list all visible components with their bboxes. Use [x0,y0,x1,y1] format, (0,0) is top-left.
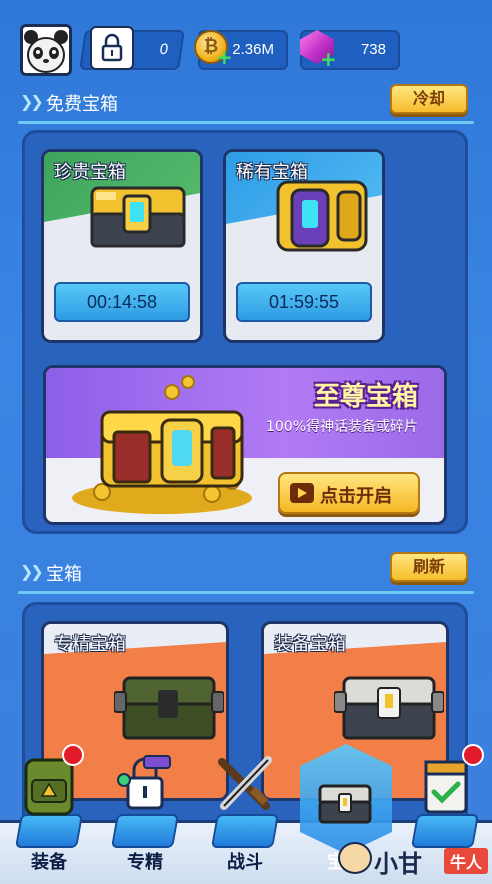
lock-icon [90,26,134,70]
header-divider [18,591,474,594]
nav-label: 专精 [127,852,163,873]
supreme-chest-title: 至尊宝箱 [313,382,418,412]
video-camera-icon [290,483,314,503]
watermark-logo-icon [338,842,372,874]
player-avatar[interactable] [20,24,72,76]
precious-chest-name: 珍贵宝箱 [54,162,126,183]
open-button-label: 点击开启 [320,486,392,507]
chest-title: 宝箱 [46,564,82,585]
nav-label: 装备 [31,852,67,873]
cooldown-button[interactable]: 冷却 [390,84,468,114]
double-chevron-icon: ❯❯ [20,92,44,111]
rare-chest-timer[interactable]: 01:59:55 [236,282,372,322]
equipment-chest-name: 装备宝箱 [274,634,346,655]
header-divider [18,121,474,124]
double-chevron-icon: ❯❯ [20,562,44,581]
refresh-button[interactable]: 刷新 [390,552,468,582]
rare-chest-name: 稀有宝箱 [236,162,308,183]
mastery-lock-icon [117,755,171,810]
supreme-chest-icon [72,375,252,514]
panda-avatar-icon [23,27,69,73]
supreme-chest-card[interactable]: 至尊宝箱 100%得神话装备或碎片 点击开启 [43,365,447,525]
watermark-text-2: 牛人 [443,848,488,874]
add-gems-plus-icon[interactable]: + [320,49,337,69]
crossed-swords-icon [218,756,272,810]
top-resource-bar: 0 2.36M ₿ + 738 + [0,0,492,84]
nav-item-battle[interactable]: 战斗 [196,734,294,884]
precious-chest-card[interactable]: 珍贵宝箱 00:14:58 [41,149,203,343]
mastery-chest-name: 专精宝箱 [54,634,126,655]
coin-count: 2.36M [232,41,274,58]
rare-chest-card[interactable]: 稀有宝箱 01:59:55 [223,149,385,343]
nav-item-mastery[interactable]: 专精 [96,734,194,884]
nav-item-equipment[interactable]: 装备 [0,734,98,884]
supreme-chest-desc: 100%得神话装备或碎片 [265,419,418,435]
bottom-navigation: 装备 专精 战斗 宝箱 [0,734,492,884]
key-count: 0 [158,41,170,58]
tasks-notification-badge [462,744,484,766]
free-chest-title: 免费宝箱 [46,94,118,115]
free-chest-panel: 珍贵宝箱 00:14:58 稀有宝箱 01:59:55 至尊宝箱 100%得神话… [22,130,468,534]
precious-chest-timer[interactable]: 00:14:58 [54,282,190,322]
watermark-text-1: 小甘 [374,850,422,878]
site-watermark: 小甘 牛人 [318,838,488,878]
add-coins-plus-icon[interactable]: + [216,47,233,67]
nav-label: 战斗 [227,852,263,873]
silver-chest-icon [334,676,444,740]
equipment-notification-badge [62,744,84,766]
green-chest-icon [114,676,224,740]
gem-count: 738 [360,41,386,58]
chest-icon [318,784,372,824]
watch-video-open-button[interactable]: 点击开启 [278,472,420,514]
